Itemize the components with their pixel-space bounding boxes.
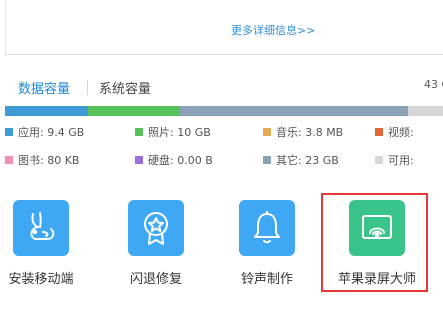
bar-segment-other bbox=[180, 106, 408, 116]
more-info-link[interactable]: 更多详细信息>> bbox=[231, 22, 315, 38]
legend-label: 音乐: 3.8 MB bbox=[276, 126, 344, 139]
bell-icon bbox=[239, 200, 295, 256]
tab-data-capacity[interactable]: 数据容量 bbox=[18, 78, 70, 97]
legend-swatch bbox=[135, 128, 143, 136]
app-crash-fix[interactable]: 闪退修复 bbox=[111, 200, 201, 287]
legend-label: 照片: 10 GB bbox=[148, 126, 211, 139]
legend-item: 其它: 23 GB bbox=[263, 152, 339, 168]
legend-swatch bbox=[5, 128, 13, 136]
legend-swatch bbox=[135, 156, 143, 164]
legend-label: 图书: 80 KB bbox=[18, 154, 80, 167]
legend-item: 应用: 9.4 GB bbox=[5, 124, 84, 140]
legend-swatch bbox=[375, 128, 383, 136]
legend-item: 可用: bbox=[375, 152, 414, 168]
rabbit-icon bbox=[13, 200, 69, 256]
legend-item: 硬盘: 0.00 B bbox=[135, 152, 213, 168]
legend-item: 照片: 10 GB bbox=[135, 124, 211, 140]
legend-swatch bbox=[263, 156, 271, 164]
app-label: 闪退修复 bbox=[129, 272, 182, 287]
capacity-bar bbox=[5, 106, 443, 116]
legend-item: 图书: 80 KB bbox=[5, 152, 79, 168]
legend-item: 音乐: 3.8 MB bbox=[263, 124, 343, 140]
legend-label: 视频: bbox=[388, 126, 414, 139]
legend-label: 硬盘: 0.00 B bbox=[148, 154, 213, 167]
app-ringtone-maker[interactable]: 铃声制作 bbox=[222, 200, 312, 287]
highlight-box bbox=[321, 193, 428, 292]
bar-segment-free bbox=[407, 106, 443, 116]
legend-swatch bbox=[375, 156, 383, 164]
total-capacity: 43 G bbox=[424, 78, 443, 91]
legend-label: 应用: 9.4 GB bbox=[18, 126, 85, 139]
app-label: 铃声制作 bbox=[240, 272, 293, 287]
tab-system-capacity[interactable]: 系统容量 bbox=[99, 78, 151, 97]
star-badge-icon bbox=[128, 200, 184, 256]
info-card: 更多详细信息>> bbox=[5, 0, 443, 55]
legend-swatch bbox=[263, 128, 271, 136]
app-install-mobile[interactable]: 安装移动端 bbox=[0, 200, 86, 287]
bar-segment-photos bbox=[88, 106, 181, 116]
legend-label: 可用: bbox=[388, 154, 414, 167]
legend-item: 视频: bbox=[375, 124, 414, 140]
legend-label: 其它: 23 GB bbox=[276, 154, 339, 167]
bar-segment-apps bbox=[5, 106, 89, 116]
app-label: 安装移动端 bbox=[8, 272, 74, 287]
legend-swatch bbox=[5, 156, 13, 164]
tab-divider bbox=[87, 80, 88, 95]
